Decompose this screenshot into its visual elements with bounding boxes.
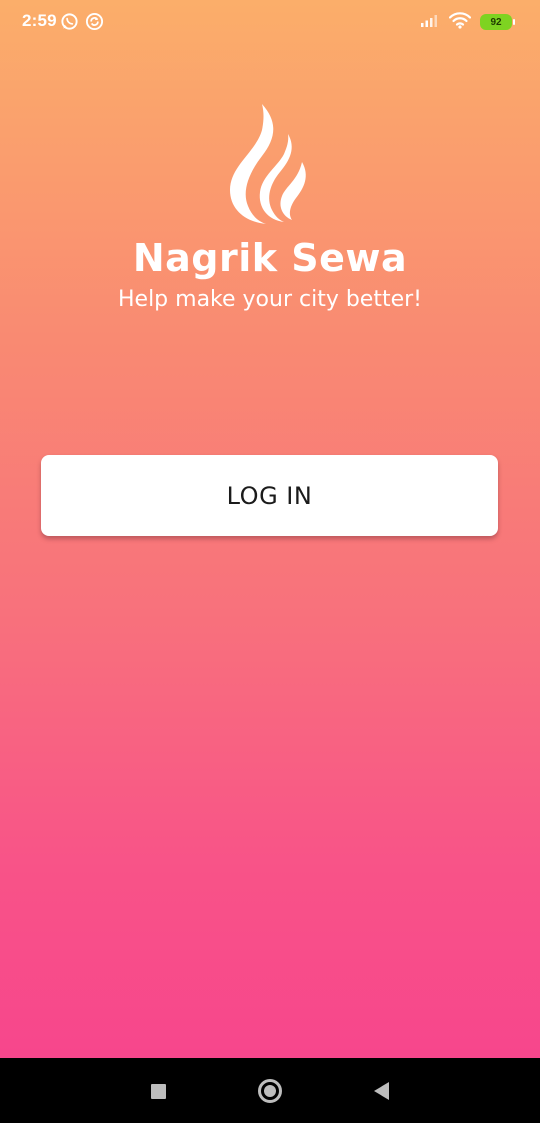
- sync-icon: [85, 12, 105, 32]
- app-subtitle: Help make your city better!: [117, 287, 422, 312]
- status-right-group: 92: [420, 11, 515, 33]
- circle-icon: [258, 1079, 282, 1103]
- navigation-bar: [0, 1058, 540, 1123]
- home-button[interactable]: [255, 1076, 285, 1106]
- wifi-icon: [448, 11, 472, 33]
- square-icon: [150, 1083, 166, 1099]
- battery-level: 92: [490, 16, 502, 28]
- flame-icon: [226, 100, 312, 226]
- app-title: Nagrik Sewa: [132, 236, 408, 280]
- login-button[interactable]: LOG IN: [41, 455, 498, 536]
- signal-icon: [420, 12, 440, 32]
- recents-button[interactable]: [143, 1076, 173, 1106]
- back-button[interactable]: [366, 1076, 396, 1106]
- battery-icon: 92: [480, 14, 515, 30]
- whatsapp-icon: [60, 12, 80, 32]
- status-bar: 2:59 92: [0, 0, 540, 44]
- status-time: 2:59: [22, 11, 57, 30]
- back-triangle-icon: [373, 1082, 389, 1100]
- login-screen: 2:59 92 Nagrik Sewa Help make your city …: [0, 0, 540, 1058]
